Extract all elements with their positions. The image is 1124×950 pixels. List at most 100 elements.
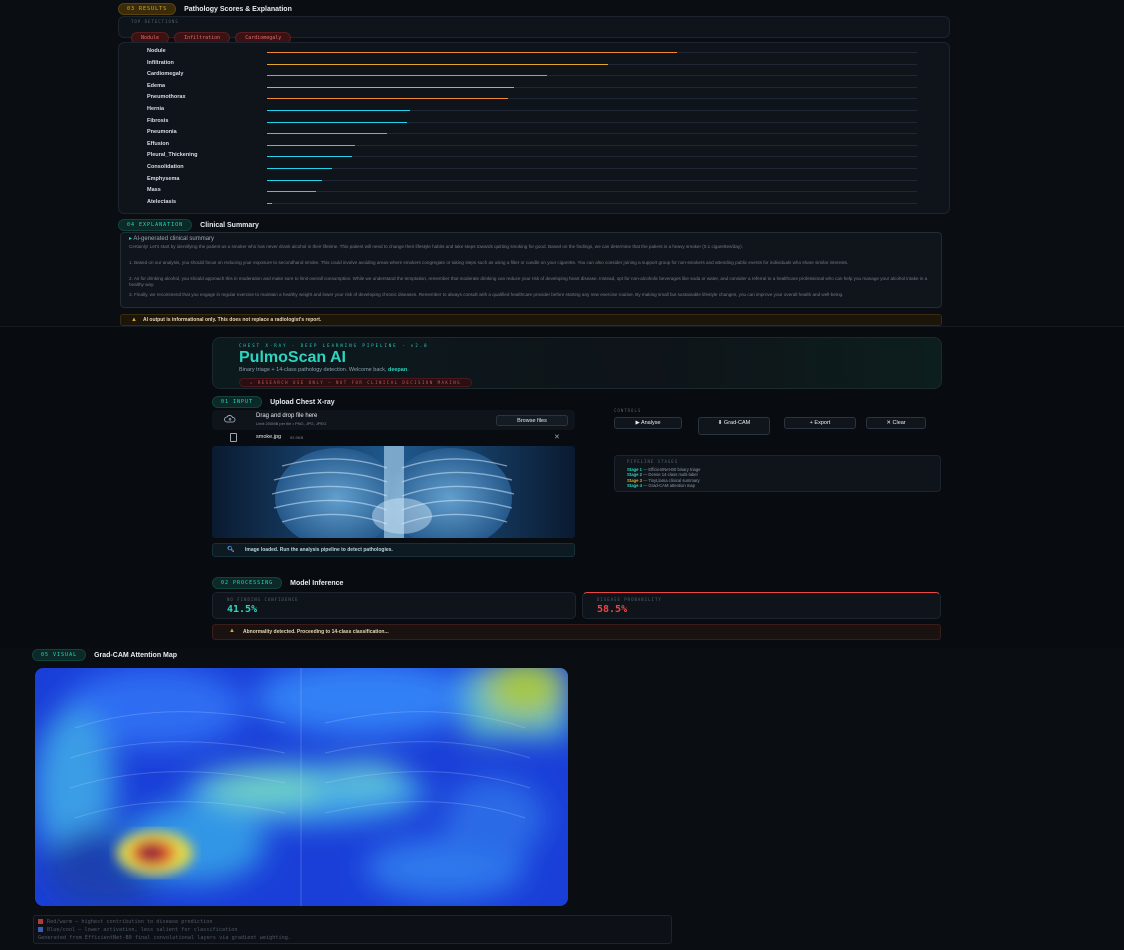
- pathology-bar-track: [267, 156, 917, 158]
- gradcam-download-button[interactable]: ⬇ Grad-CAM: [698, 417, 770, 435]
- processing-tag: 02 PROCESSING: [212, 577, 283, 589]
- pathology-name: Mass: [147, 187, 161, 194]
- pathology-row: Nodule: [147, 48, 947, 60]
- cloud-upload-icon: [224, 415, 236, 423]
- disease-probability-label: DISEASE PROBABILITY: [597, 597, 662, 602]
- pathology-bar-track: [267, 191, 917, 193]
- upload-title: Upload Chest X-ray: [270, 398, 335, 406]
- pipeline-stage: Stage 2 — Dense 14-class multi-label: [627, 472, 698, 478]
- pathology-name: Nodule: [147, 48, 166, 54]
- pathology-bar-fill: [267, 179, 323, 181]
- disease-probability-metric: DISEASE PROBABILITY 58.5%: [582, 592, 941, 619]
- explanation-header: 04 EXPLANATION Clinical Summary: [118, 219, 259, 231]
- legend-cool: Blue/cool — lower activation, less salie…: [38, 927, 238, 933]
- abnormality-alert: ▲ Abnormality detected. Proceeding to 14…: [212, 624, 941, 640]
- file-name: smoke.jpg: [256, 434, 282, 440]
- xray-preview-image: [212, 446, 575, 538]
- upload-tag: 01 INPUT: [212, 396, 263, 408]
- analyse-button[interactable]: ▶ Analyse: [614, 417, 682, 429]
- blue-swatch-icon: [38, 927, 43, 932]
- pathology-bar-fill: [267, 202, 273, 204]
- pathology-bar-fill: [267, 86, 514, 88]
- pathology-row: Infiltration: [147, 60, 947, 72]
- app-section: CHEST X-RAY · DEEP LEARNING PIPELINE · v…: [0, 326, 1124, 648]
- disease-probability-value: 58.5%: [597, 604, 628, 615]
- pathology-bar-fill: [267, 110, 410, 111]
- ai-summary-icon: ▸: [129, 236, 133, 242]
- summary-heading: ▸ AI-generated clinical summary: [129, 236, 215, 242]
- legend-warm: Red/warm — highest contribution to disea…: [38, 919, 213, 925]
- clear-button[interactable]: ✕ Clear: [866, 417, 926, 429]
- disclaimer-alert: ▲ AI output is informational only. This …: [120, 314, 942, 326]
- pathology-bar-track: [267, 121, 917, 123]
- top-detections-label: TOP DETECTIONS: [131, 19, 179, 24]
- pathology-row: Emphysema: [147, 176, 947, 188]
- pathology-bar-fill: [267, 63, 609, 65]
- processing-title: Model Inference: [290, 579, 344, 587]
- pathology-name: Pneumothorax: [147, 94, 186, 101]
- pathology-bar-track: [267, 202, 917, 204]
- pathology-scores-card: Nodule Infiltration Cardiomegaly Edema Pneum…: [118, 42, 950, 214]
- pathology-row: Edema: [147, 83, 947, 95]
- pipeline-stages-card: PIPELINE STAGES Stage 1 — EfficientNet-B…: [614, 455, 941, 492]
- controls-label: CONTROLS: [614, 408, 642, 413]
- pathology-bar-fill: [267, 133, 388, 135]
- browse-files-button[interactable]: Browse files: [496, 415, 568, 426]
- pathology-bar-fill: [267, 156, 352, 158]
- pathology-bar-fill: [267, 52, 677, 53]
- hero-banner: CHEST X-RAY · DEEP LEARNING PIPELINE · v…: [212, 337, 942, 389]
- gradcam-title: Grad-CAM Attention Map: [94, 651, 178, 659]
- username: deepan: [387, 367, 408, 373]
- pathology-name: Atelectasis: [147, 198, 177, 205]
- results-header: 03 RESULTS Pathology Scores & Explanatio…: [118, 3, 292, 15]
- summary-paragraph: 1. Based on our analysis, you should foc…: [129, 260, 849, 265]
- pathology-row: Fibrosis: [147, 118, 947, 130]
- pathology-row: Effusion: [147, 141, 947, 153]
- pipeline-title: PIPELINE STAGES: [627, 459, 679, 464]
- pipeline-stage: Stage 4 — Grad-CAM attention map: [627, 483, 695, 489]
- no-finding-metric: NO FINDING CONFIDENCE 41.5%: [212, 592, 576, 619]
- file-size: 92.9KB: [290, 435, 304, 440]
- summary-paragraph: Certainly! Let's start by identifying th…: [129, 244, 743, 249]
- pathology-name: Infiltration: [147, 59, 174, 66]
- pathology-name: Pneumonia: [147, 129, 177, 136]
- explanation-title: Clinical Summary: [200, 221, 259, 229]
- upload-header: 01 INPUT Upload Chest X-ray: [212, 396, 335, 408]
- no-finding-value: 41.5%: [227, 604, 258, 615]
- clinical-summary-box: ▸ AI-generated clinical summary Certainl…: [120, 232, 942, 308]
- dropzone-limit: Limit 200MB per file • PNG, JPG, JPEG: [256, 421, 327, 426]
- pipeline-stage: Stage 3 — TinyLlama clinical summary: [627, 477, 700, 483]
- results-section: 03 RESULTS Pathology Scores & Explanatio…: [110, 0, 950, 326]
- research-only-badge: ⚠ RESEARCH USE ONLY — NOT FOR CLINICAL D…: [239, 378, 473, 387]
- pathology-row: Mass: [147, 187, 947, 199]
- pathology-row: Consolidation: [147, 164, 947, 176]
- remove-file-icon[interactable]: ✕: [554, 433, 560, 441]
- processing-header: 02 PROCESSING Model Inference: [212, 577, 343, 589]
- pathology-bar-track: [267, 52, 917, 53]
- pipeline-stage: Stage 1 — EfficientNet-B0 binary triage: [627, 467, 701, 472]
- uploaded-file-row: smoke.jpg 92.9KB ✕: [212, 431, 575, 445]
- gradcam-tag: 05 VISUAL: [32, 649, 87, 661]
- pathology-bar-fill: [267, 121, 407, 123]
- pathology-row: Pleural_Thickening: [147, 152, 947, 164]
- image-loaded-notice: 🔍︎ Image loaded. Run the analysis pipeli…: [212, 543, 575, 557]
- pathology-bar-track: [267, 179, 917, 181]
- pathology-bar-track: [267, 168, 917, 169]
- pathology-bar-track: [267, 75, 917, 77]
- pathology-bar-track: [267, 86, 917, 88]
- pathology-row: Pneumonia: [147, 129, 947, 141]
- pathology-row: Hernia: [147, 106, 947, 118]
- pathology-name: Cardiomegaly: [147, 71, 184, 78]
- pathology-row: Cardiomegaly: [147, 71, 947, 83]
- pathology-name: Pleural_Thickening: [147, 152, 198, 159]
- pathology-bar-track: [267, 110, 917, 111]
- pathology-row: Pneumothorax: [147, 94, 947, 106]
- red-swatch-icon: [38, 919, 43, 924]
- export-button[interactable]: + Export: [784, 417, 856, 429]
- explanation-tag: 04 EXPLANATION: [118, 219, 193, 231]
- legend-note: Generated from EfficientNet-B0 final con…: [38, 935, 291, 941]
- gradcam-header: 05 VISUAL Grad-CAM Attention Map: [32, 649, 177, 661]
- pathology-name: Edema: [147, 82, 166, 89]
- gradcam-heatmap-image: [35, 668, 568, 906]
- magnifier-icon: 🔍︎: [227, 547, 235, 553]
